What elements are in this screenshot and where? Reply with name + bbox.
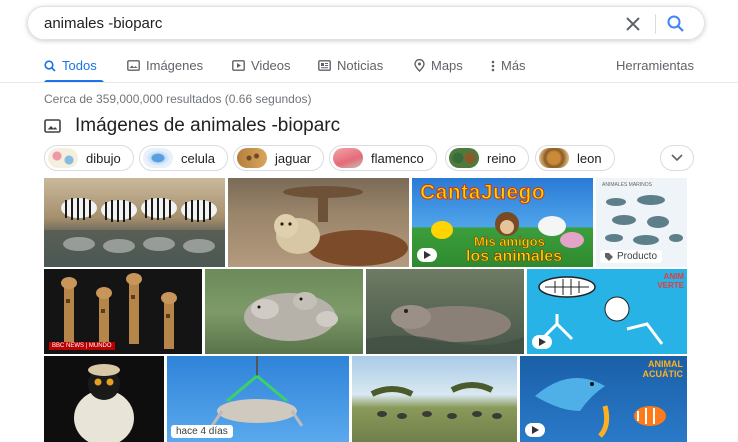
search-icon — [44, 59, 56, 72]
tab-label: Todos — [62, 58, 97, 73]
image-lion-cub[interactable] — [228, 178, 409, 267]
image-cantajuego[interactable]: CantaJuego Mis amigos los animales — [412, 178, 593, 267]
chip-flamenco[interactable]: flamenco — [329, 145, 437, 171]
image-elephants-savanna[interactable] — [352, 356, 517, 442]
tab-label: Noticias — [337, 58, 384, 73]
marine-header: ANIMALES MARINOS — [602, 182, 653, 188]
product-badge: Producto — [600, 250, 663, 263]
product-label: Producto — [617, 251, 658, 262]
tag-icon — [605, 252, 613, 261]
tab-maps[interactable]: Maps — [414, 58, 463, 73]
chip-thumbnail — [539, 148, 569, 168]
search-divider — [655, 14, 656, 34]
tab-label: Más — [501, 58, 526, 73]
chip-thumbnail — [48, 148, 78, 168]
bbc-label: BBC NEWS | MUNDO — [49, 342, 115, 350]
tabs-divider — [0, 82, 738, 83]
search-tabs: Todos Imágenes Videos Noticias Maps Más … — [44, 58, 694, 82]
chip-thumbnail — [449, 148, 479, 168]
chip-thumbnail — [333, 148, 363, 168]
tab-imagenes[interactable]: Imágenes — [127, 58, 203, 73]
clear-icon[interactable] — [622, 13, 644, 35]
chip-leon[interactable]: leon — [535, 145, 615, 171]
search-box[interactable]: animales -bioparc — [27, 6, 705, 40]
aquatic-title-line1: ANIMAL — [648, 359, 683, 369]
chips-more-button[interactable] — [660, 145, 694, 171]
cantajuego-subtitle-2: los animales — [466, 248, 563, 266]
image-giraffes[interactable]: BBC NEWS | MUNDO — [44, 269, 202, 354]
image-marine-animals[interactable]: ANIMALES MARINOS Producto — [596, 178, 687, 267]
chip-label: leon — [577, 150, 602, 166]
tab-videos[interactable]: Videos — [232, 58, 291, 73]
chip-label: celula — [181, 150, 215, 166]
chip-dibujo[interactable]: dibujo — [44, 145, 134, 171]
tab-todos[interactable]: Todos — [44, 58, 97, 73]
newspaper-icon — [318, 60, 331, 71]
tab-label: Herramientas — [615, 58, 694, 73]
chip-reino[interactable]: reino — [445, 145, 529, 171]
vertebrates-title: ANIM VERTE — [657, 272, 684, 290]
image-opossum[interactable] — [205, 269, 363, 354]
hippo-illustration — [366, 305, 524, 354]
lemur-illustration — [74, 364, 134, 442]
images-section-title[interactable]: Imágenes de animales -bioparc — [75, 115, 340, 137]
video-play-icon — [532, 335, 552, 349]
tab-mas[interactable]: Más — [491, 58, 526, 73]
image-icon — [127, 60, 140, 71]
video-play-icon — [525, 423, 545, 437]
search-input[interactable]: animales -bioparc — [44, 15, 162, 32]
image-airlift[interactable]: hace 4 días — [167, 356, 349, 442]
image-icon — [44, 119, 61, 133]
aquatic-title: ANIMAL ACUÁTIC — [625, 359, 684, 379]
search-icon[interactable] — [664, 12, 688, 36]
tab-label: Imágenes — [146, 58, 204, 73]
more-vert-icon — [491, 60, 495, 71]
savanna-illustration — [370, 382, 502, 419]
refinement-chips: dibujo celula jaguar flamenco reino leon — [44, 145, 694, 173]
zebras-illustration — [44, 198, 225, 267]
tab-herramientas[interactable]: Herramientas — [616, 58, 694, 73]
chip-celula[interactable]: celula — [139, 145, 228, 171]
play-icon — [232, 60, 245, 71]
image-lemur[interactable] — [44, 356, 164, 442]
opossum-illustration — [244, 292, 338, 341]
chip-label: flamenco — [371, 150, 424, 166]
cantajuego-subtitle-1: Mis amigos — [474, 234, 545, 249]
image-aquatic-animals[interactable]: ANIMAL ACUÁTIC — [520, 356, 687, 442]
lion-cub-illustration — [274, 186, 408, 266]
map-pin-icon — [414, 59, 425, 72]
image-zebras[interactable] — [44, 178, 225, 267]
tab-noticias[interactable]: Noticias — [318, 58, 383, 73]
aquatic-title-line2: ACUÁTIC — [642, 369, 684, 379]
chip-label: jaguar — [275, 150, 312, 166]
image-grid: CantaJuego Mis amigos los animales ANIMA… — [44, 178, 687, 442]
chip-label: dibujo — [86, 150, 121, 166]
image-hippo[interactable] — [366, 269, 524, 354]
result-stats: Cerca de 359,000,000 resultados (0.66 se… — [44, 92, 312, 106]
images-section-header: Imágenes de animales -bioparc — [44, 115, 340, 137]
chevron-down-icon — [671, 154, 683, 162]
chip-label: reino — [487, 150, 516, 166]
image-vertebrates[interactable]: ANIM VERTE — [527, 269, 687, 354]
chip-thumbnail — [237, 148, 267, 168]
video-play-icon — [417, 248, 437, 262]
tab-label: Videos — [251, 58, 291, 73]
tab-label: Maps — [431, 58, 463, 73]
date-badge: hace 4 días — [171, 425, 233, 438]
chip-jaguar[interactable]: jaguar — [233, 145, 325, 171]
chip-thumbnail — [143, 148, 173, 168]
